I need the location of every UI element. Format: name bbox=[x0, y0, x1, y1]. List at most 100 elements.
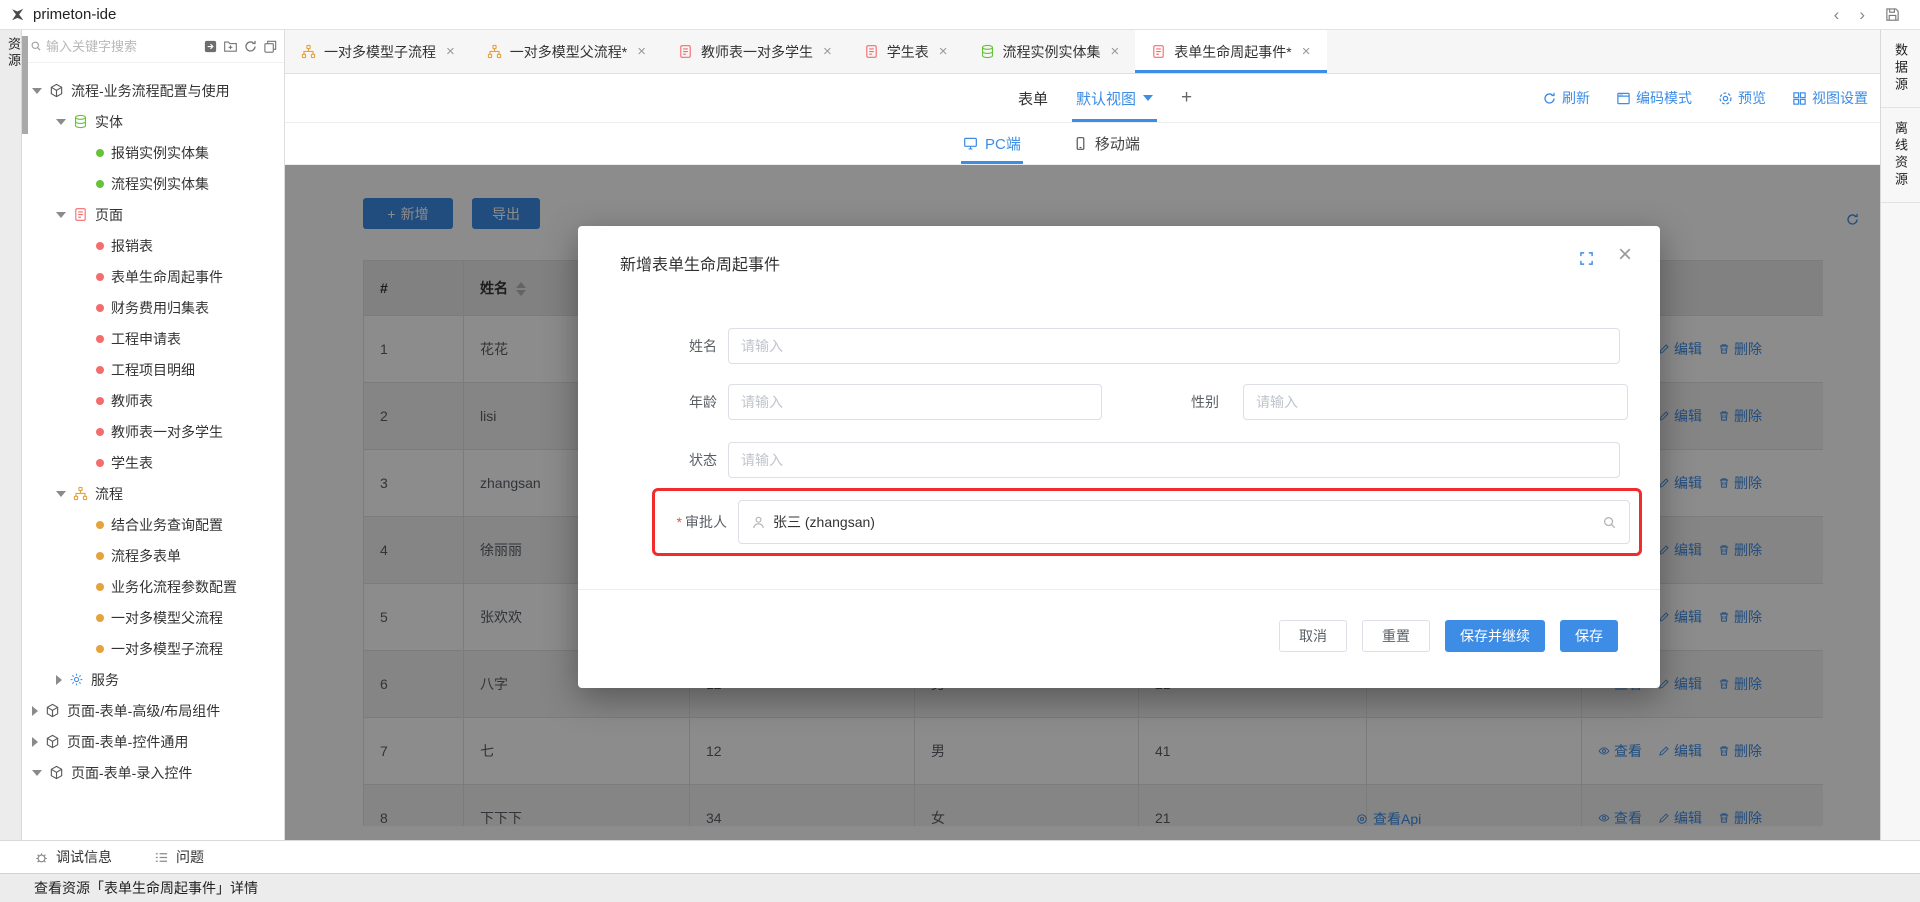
tree-label: 实体 bbox=[95, 112, 123, 132]
caret-right-icon[interactable] bbox=[32, 706, 38, 716]
tree-item-pages[interactable]: 页面 bbox=[22, 199, 284, 230]
page-icon bbox=[1151, 44, 1166, 59]
package-icon bbox=[49, 83, 64, 98]
field-label: 状态 bbox=[578, 450, 728, 470]
add-folder-icon[interactable] bbox=[223, 39, 238, 54]
close-icon[interactable]: × bbox=[637, 43, 646, 60]
approver-field[interactable] bbox=[738, 500, 1630, 544]
field-label: 性别 bbox=[1102, 392, 1230, 412]
right-tab-offline-resources[interactable]: 离线资源 bbox=[1881, 108, 1920, 203]
default-view-tab[interactable]: 默认视图 bbox=[1076, 74, 1153, 122]
activity-tab-resources[interactable]: 资源 bbox=[4, 37, 23, 69]
tree-label: 工程申请表 bbox=[111, 329, 181, 349]
import-icon[interactable] bbox=[203, 39, 218, 54]
tree-item[interactable]: 一对多模型子流程 bbox=[22, 633, 284, 664]
debug-info-tab[interactable]: 调试信息 bbox=[34, 847, 112, 867]
tab-child-flow[interactable]: 一对多模型子流程 × bbox=[285, 30, 471, 73]
save-button[interactable]: 保存 bbox=[1560, 620, 1618, 652]
code-mode-button[interactable]: 编码模式 bbox=[1616, 88, 1692, 108]
caret-down-icon[interactable] bbox=[32, 88, 42, 94]
tree-label: 页面-表单-录入控件 bbox=[71, 763, 192, 783]
add-view-button[interactable]: + bbox=[1181, 87, 1192, 109]
view-settings-button[interactable]: 视图设置 bbox=[1792, 88, 1868, 108]
tree-item[interactable]: 流程多表单 bbox=[22, 540, 284, 571]
tab-teacher-student[interactable]: 教师表一对多学生× bbox=[662, 30, 848, 73]
caret-right-icon[interactable] bbox=[56, 675, 62, 685]
tab-label: 一对多模型子流程 bbox=[324, 42, 436, 62]
tree-item[interactable]: 流程实例实体集 bbox=[22, 168, 284, 199]
close-icon[interactable]: × bbox=[1302, 43, 1311, 60]
tree-item[interactable]: 业务化流程参数配置 bbox=[22, 571, 284, 602]
tree-item[interactable]: 报销表 bbox=[22, 230, 284, 261]
tree-label: 流程-业务流程配置与使用 bbox=[71, 81, 230, 101]
caret-down-icon[interactable] bbox=[56, 119, 66, 125]
collapse-windows-icon[interactable] bbox=[263, 39, 278, 54]
tree-item[interactable]: 教师表 bbox=[22, 385, 284, 416]
preview-button[interactable]: 预览 bbox=[1718, 88, 1766, 108]
caret-down-icon[interactable] bbox=[56, 212, 66, 218]
sidebar-scrollbar-thumb[interactable] bbox=[22, 36, 28, 134]
right-tab-datasource[interactable]: 数据源 bbox=[1881, 30, 1920, 108]
close-icon[interactable]: × bbox=[1618, 243, 1632, 267]
field-label: 姓名 bbox=[578, 336, 728, 356]
tab-mobile[interactable]: 移动端 bbox=[1073, 123, 1140, 164]
name-field[interactable] bbox=[728, 328, 1620, 364]
age-field[interactable] bbox=[728, 384, 1102, 420]
tab-form-lifecycle[interactable]: 表单生命周起事件*× bbox=[1135, 30, 1326, 73]
caret-down-icon[interactable] bbox=[32, 770, 42, 776]
service-icon bbox=[69, 672, 84, 687]
page-dot-icon bbox=[96, 459, 104, 467]
save-icon[interactable] bbox=[1885, 7, 1900, 22]
tree-item-services[interactable]: 服务 bbox=[22, 664, 284, 695]
tree-item[interactable]: 一对多模型父流程 bbox=[22, 602, 284, 633]
caret-down-icon[interactable] bbox=[56, 491, 66, 497]
tree-item[interactable]: 页面-表单-录入控件 bbox=[22, 757, 284, 788]
tree-item-process-config[interactable]: 流程-业务流程配置与使用 bbox=[22, 75, 284, 106]
flow-dot-icon bbox=[96, 614, 104, 622]
save-continue-button[interactable]: 保存并继续 bbox=[1445, 620, 1545, 652]
tree-item[interactable]: 学生表 bbox=[22, 447, 284, 478]
search-input[interactable] bbox=[46, 39, 199, 54]
close-icon[interactable]: × bbox=[446, 43, 455, 60]
tree-item-entities[interactable]: 实体 bbox=[22, 106, 284, 137]
resource-tree: 流程-业务流程配置与使用 实体 报销实例实体集 流程实例实体集 页面 报销表 表… bbox=[22, 63, 284, 788]
caret-right-icon[interactable] bbox=[32, 737, 38, 747]
flow-dot-icon bbox=[96, 583, 104, 591]
nav-back-icon[interactable]: ‹ bbox=[1834, 6, 1840, 23]
tree-item[interactable]: 结合业务查询配置 bbox=[22, 509, 284, 540]
person-icon bbox=[751, 515, 766, 530]
tree-item[interactable]: 页面-表单-控件通用 bbox=[22, 726, 284, 757]
close-icon[interactable]: × bbox=[823, 43, 832, 60]
code-mode-icon bbox=[1616, 91, 1631, 106]
tab-pc[interactable]: PC端 bbox=[963, 123, 1021, 164]
tab-parent-flow[interactable]: 一对多模型父流程*× bbox=[471, 30, 662, 73]
status-field[interactable] bbox=[728, 442, 1620, 478]
tree-label: 流程 bbox=[95, 484, 123, 504]
close-icon[interactable]: × bbox=[1111, 43, 1120, 60]
cancel-button[interactable]: 取消 bbox=[1279, 620, 1347, 652]
field-row-name: 姓名 bbox=[578, 328, 1620, 364]
refresh-icon[interactable] bbox=[243, 39, 258, 54]
flow-dot-icon bbox=[96, 645, 104, 653]
tree-item[interactable]: 财务费用归集表 bbox=[22, 292, 284, 323]
reset-button[interactable]: 重置 bbox=[1362, 620, 1430, 652]
tree-label: 页面 bbox=[95, 205, 123, 225]
tree-item[interactable]: 页面-表单-高级/布局组件 bbox=[22, 695, 284, 726]
nav-forward-icon[interactable]: › bbox=[1859, 6, 1865, 23]
tree-label: 流程实例实体集 bbox=[111, 174, 209, 194]
tree-item[interactable]: 教师表一对多学生 bbox=[22, 416, 284, 447]
refresh-button[interactable]: 刷新 bbox=[1542, 88, 1590, 108]
problems-tab[interactable]: 问题 bbox=[154, 847, 204, 867]
tree-item[interactable]: 报销实例实体集 bbox=[22, 137, 284, 168]
tab-student-table[interactable]: 学生表× bbox=[848, 30, 964, 73]
tree-item[interactable]: 表单生命周起事件 bbox=[22, 261, 284, 292]
gender-field[interactable] bbox=[1243, 384, 1628, 420]
tree-item[interactable]: 工程申请表 bbox=[22, 323, 284, 354]
tab-process-entity[interactable]: 流程实例实体集× bbox=[964, 30, 1136, 73]
fullscreen-icon[interactable] bbox=[1579, 251, 1594, 266]
tree-item[interactable]: 工程项目明细 bbox=[22, 354, 284, 385]
flow-icon bbox=[301, 44, 316, 59]
close-icon[interactable]: × bbox=[939, 43, 948, 60]
search-icon[interactable] bbox=[1602, 515, 1617, 530]
tree-item-flows[interactable]: 流程 bbox=[22, 478, 284, 509]
